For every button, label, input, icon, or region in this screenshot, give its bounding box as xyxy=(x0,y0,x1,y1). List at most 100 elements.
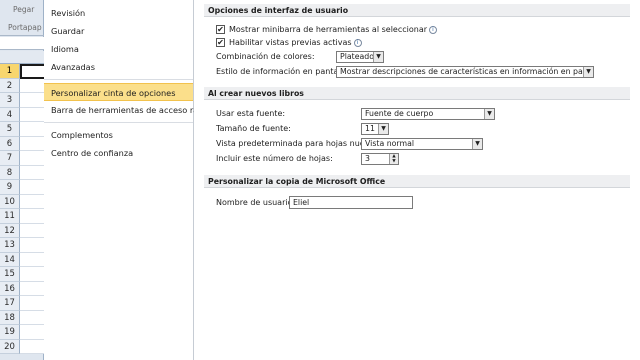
font-value: Fuente de cuerpo xyxy=(365,109,434,118)
paste-label[interactable]: Pegar xyxy=(13,5,34,14)
cell[interactable] xyxy=(20,78,44,93)
cell[interactable] xyxy=(20,180,44,195)
check-icon: ✔ xyxy=(217,38,224,47)
chevron-down-icon: ▼ xyxy=(484,109,494,119)
cell[interactable] xyxy=(20,151,44,166)
cell[interactable] xyxy=(20,107,44,122)
row-header[interactable]: 12 xyxy=(0,223,44,238)
nav-item[interactable]: Personalizar cinta de opciones xyxy=(44,83,193,101)
row-number: 5 xyxy=(6,124,13,134)
row-header[interactable]: 6 xyxy=(0,136,44,151)
ribbon-divider xyxy=(0,35,44,36)
row-header[interactable]: 1 xyxy=(0,64,44,79)
row-header[interactable]: 9 xyxy=(0,180,44,195)
row-number: 20 xyxy=(4,341,15,352)
color-scheme-label: Combinación de colores: xyxy=(216,52,315,61)
chevron-down-icon: ▼ xyxy=(373,52,383,62)
username-label: Nombre de usuario: xyxy=(216,198,296,207)
cell[interactable] xyxy=(20,281,44,296)
row-header[interactable]: 10 xyxy=(0,194,44,209)
cell[interactable] xyxy=(20,252,44,267)
screentip-style-select[interactable]: Mostrar descripciones de características… xyxy=(336,66,594,78)
chevron-down-icon: ▼ xyxy=(472,139,482,149)
chevron-down-icon[interactable]: ▼ xyxy=(390,159,398,164)
row-header[interactable]: 11 xyxy=(0,209,44,224)
row-header[interactable]: 16 xyxy=(0,281,44,296)
cell[interactable] xyxy=(20,136,44,151)
cell[interactable] xyxy=(20,267,44,282)
nav-item[interactable]: Complementos xyxy=(44,126,193,144)
minibar-checkbox[interactable]: ✔ xyxy=(216,25,225,34)
stepper-buttons[interactable]: ▲ ▼ xyxy=(389,154,398,164)
row-number: 15 xyxy=(4,269,15,279)
cell[interactable] xyxy=(20,194,44,209)
live-preview-checkbox[interactable]: ✔ xyxy=(216,38,225,47)
minibar-option[interactable]: ✔ Mostrar minibarra de herramientas al se… xyxy=(216,23,438,37)
row-number: 3 xyxy=(6,95,13,105)
row-header[interactable]: 19 xyxy=(0,325,44,340)
default-view-value: Vista normal xyxy=(365,139,415,148)
color-scheme-select[interactable]: Plateado ▼ xyxy=(336,51,384,63)
row-number: 14 xyxy=(4,254,15,265)
cell[interactable] xyxy=(20,339,44,354)
row-number: 19 xyxy=(4,327,15,337)
row-headers: 1 2 3 4 5 6 7 8 9 10 11 12 13 14 15 16 17 18 19 20 xyxy=(0,64,44,354)
row-header[interactable]: 2 xyxy=(0,78,44,93)
cell[interactable] xyxy=(20,165,44,180)
screentip-style-label: Estilo de información en pantalla: xyxy=(216,67,351,76)
row-number: 2 xyxy=(6,80,13,91)
row-number: 13 xyxy=(4,240,15,250)
row-header[interactable]: 3 xyxy=(0,93,44,108)
cell[interactable] xyxy=(20,310,44,325)
chevron-down-icon: ▼ xyxy=(583,67,593,77)
font-label: Usar esta fuente: xyxy=(216,109,286,118)
row-header[interactable]: 14 xyxy=(0,252,44,267)
excel-background-window: Pegar Portapap 1 2 3 4 5 6 7 8 9 10 11 12 13 14 15 16 17… xyxy=(0,0,44,360)
row-number: 10 xyxy=(4,196,15,207)
default-view-select[interactable]: Vista normal ▼ xyxy=(361,138,483,150)
nav-item[interactable]: Revisión xyxy=(44,4,193,22)
cell[interactable] xyxy=(20,325,44,340)
minibar-label: Mostrar minibarra de herramientas al sel… xyxy=(229,25,428,34)
row-header[interactable]: 15 xyxy=(0,267,44,282)
nav-separator xyxy=(44,122,193,123)
live-preview-label: Habilitar vistas previas activas xyxy=(229,38,352,47)
nav-item[interactable]: Barra de herramientas de acceso rápido xyxy=(44,101,216,119)
username-field[interactable]: Eliel xyxy=(289,196,413,209)
cell[interactable] xyxy=(20,64,44,79)
font-size-label: Tamaño de fuente: xyxy=(216,124,291,133)
default-view-label: Vista predeterminada para hojas nuevas: xyxy=(216,139,382,148)
font-select[interactable]: Fuente de cuerpo ▼ xyxy=(361,108,495,120)
cell[interactable] xyxy=(20,296,44,311)
row-header[interactable]: 13 xyxy=(0,238,44,253)
row-header[interactable]: 17 xyxy=(0,296,44,311)
row-header[interactable]: 18 xyxy=(0,310,44,325)
cell[interactable] xyxy=(20,122,44,137)
nav-item[interactable]: Idioma xyxy=(44,40,193,58)
live-preview-option[interactable]: ✔ Habilitar vistas previas activas i xyxy=(216,36,362,50)
row-number: 17 xyxy=(4,298,15,308)
cell[interactable] xyxy=(20,223,44,238)
nav-item[interactable]: Guardar xyxy=(44,22,193,40)
screentip-style-value: Mostrar descripciones de características… xyxy=(340,67,594,76)
options-content-pane: Opciones de interfaz de usuario ✔ Mostrar… xyxy=(194,0,640,360)
sheets-count-stepper[interactable]: 3 ▲ ▼ xyxy=(361,153,399,165)
cell[interactable] xyxy=(20,238,44,253)
row-header[interactable]: 4 xyxy=(0,107,44,122)
nav-item[interactable]: Avanzadas xyxy=(44,58,193,76)
row-header[interactable]: 20 xyxy=(0,339,44,354)
row-header[interactable]: 5 xyxy=(0,122,44,137)
name-box[interactable] xyxy=(0,37,44,50)
cell[interactable] xyxy=(20,209,44,224)
row-header[interactable]: 7 xyxy=(0,151,44,166)
row-header[interactable]: 8 xyxy=(0,165,44,180)
options-navigation: Revisión Guardar Idioma Avanzadas Personaliz… xyxy=(44,0,216,360)
row-number: 6 xyxy=(6,138,13,149)
cell[interactable] xyxy=(20,93,44,108)
nav-item[interactable]: Centro de confianza xyxy=(44,144,193,162)
row-number: 11 xyxy=(4,211,15,221)
color-scheme-value: Plateado xyxy=(340,52,374,61)
row-number: 9 xyxy=(6,182,13,192)
sheets-count-label: Incluir este número de hojas: xyxy=(216,154,333,163)
font-size-select[interactable]: 11 ▼ xyxy=(361,123,389,135)
